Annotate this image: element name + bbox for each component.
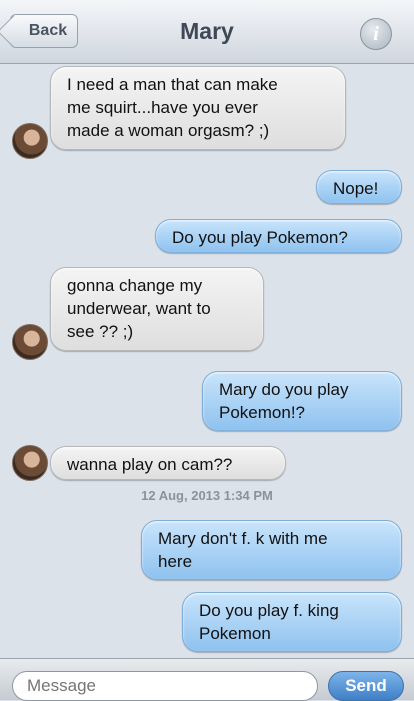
- message-input[interactable]: [12, 671, 318, 701]
- contact-avatar: [12, 324, 48, 360]
- message-text: Mary don't f. k with me here: [158, 529, 328, 571]
- send-button[interactable]: Send: [328, 671, 404, 701]
- message-timestamp: 12 Aug, 2013 1:34 PM: [141, 488, 273, 503]
- outgoing-message-bubble: Do you play f. king Pokemon: [182, 592, 402, 652]
- message-text: Nope!: [333, 179, 379, 198]
- message-text: Mary do you play Pokemon!?: [219, 380, 349, 422]
- outgoing-message-bubble: Mary don't f. k with me here: [141, 520, 402, 580]
- message-text: Do you play f. king Pokemon: [199, 601, 339, 643]
- incoming-message-bubble: gonna change my underwear, want to see ?…: [50, 267, 264, 351]
- send-button-label: Send: [345, 676, 387, 695]
- outgoing-message-bubble: Nope!: [316, 170, 402, 204]
- nav-bar: Back Mary i: [0, 0, 414, 64]
- outgoing-message-bubble: Do you play Pokemon?: [155, 219, 402, 253]
- info-icon[interactable]: i: [360, 18, 392, 50]
- message-text: I need a man that can make me squirt...h…: [67, 75, 278, 140]
- message-text: gonna change my underwear, want to see ?…: [67, 276, 211, 341]
- contact-avatar: [12, 445, 48, 481]
- back-button-label: Back: [28, 22, 68, 39]
- contact-avatar: [12, 123, 48, 159]
- message-text: Do you play Pokemon?: [172, 228, 348, 247]
- incoming-message-bubble: wanna play on cam??: [50, 446, 286, 480]
- message-thread: I need a man that can make me squirt...h…: [0, 64, 414, 658]
- message-text: wanna play on cam??: [67, 455, 233, 474]
- incoming-message-bubble: I need a man that can make me squirt...h…: [50, 66, 346, 150]
- outgoing-message-bubble: Mary do you play Pokemon!?: [202, 371, 402, 431]
- message-composer: Send: [0, 658, 414, 701]
